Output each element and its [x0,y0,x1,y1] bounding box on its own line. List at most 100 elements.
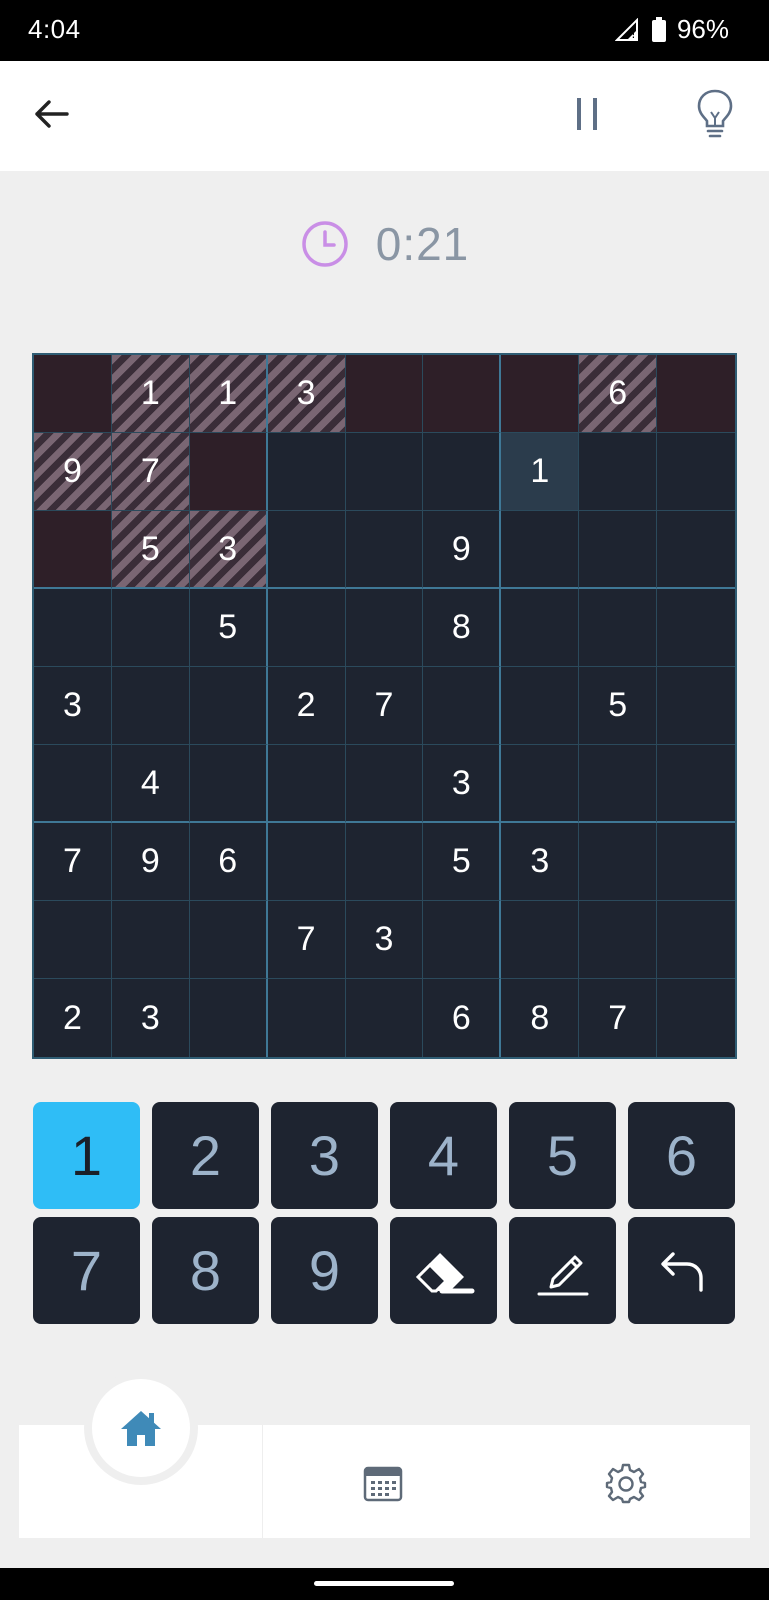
board-cell[interactable] [34,355,112,433]
board-cell[interactable] [657,667,735,745]
nav-home[interactable] [92,1379,190,1477]
board-cell[interactable]: 5 [189,589,268,667]
board-cell[interactable]: 3 [34,667,112,745]
digit-key-1[interactable]: 1 [33,1102,140,1209]
digit-key-5[interactable]: 5 [509,1102,616,1209]
board-cell[interactable]: 9 [111,823,190,901]
board-cell[interactable] [267,589,346,667]
board-cell[interactable] [268,979,346,1057]
hint-button[interactable] [690,87,740,141]
board-cell[interactable]: 5 [111,511,190,589]
board-cell[interactable] [267,745,346,823]
board-cell[interactable] [189,667,268,745]
board-cell[interactable] [501,745,580,823]
eraser-button[interactable] [390,1217,497,1324]
board-cell[interactable] [345,745,424,823]
undo-button[interactable] [628,1217,735,1324]
digit-key-6[interactable]: 6 [628,1102,735,1209]
back-button[interactable] [28,91,74,137]
board-cell[interactable] [657,433,735,511]
board-cell[interactable] [34,745,112,823]
board-cell[interactable] [657,511,735,589]
board-cell[interactable] [423,433,502,511]
board-cell[interactable]: 8 [501,979,580,1057]
board-cell[interactable] [501,511,580,589]
board-cell[interactable] [501,589,580,667]
board-cell[interactable]: 6 [423,979,502,1057]
board-cell[interactable] [111,901,190,979]
pause-button[interactable] [564,91,610,137]
board-cell[interactable] [423,901,502,979]
board-cell[interactable] [267,823,346,901]
board-cell[interactable]: 5 [423,823,502,901]
nav-calendar[interactable] [362,1462,404,1504]
board-cell[interactable] [111,667,190,745]
board-cell[interactable]: 7 [111,433,190,511]
board-cell[interactable] [579,901,658,979]
board-cell[interactable]: 2 [267,667,346,745]
board-cell[interactable]: 3 [267,355,346,433]
board-cell[interactable] [501,667,580,745]
board-cell[interactable]: 5 [579,667,658,745]
board-cell[interactable] [189,901,268,979]
digit-key-8[interactable]: 8 [152,1217,259,1324]
board-cell[interactable]: 7 [579,979,658,1057]
board-cell[interactable]: 4 [111,745,190,823]
board-cell[interactable] [579,511,658,589]
nav-settings[interactable] [605,1462,647,1504]
board-cell[interactable]: 1 [501,433,580,511]
digit-key-4[interactable]: 4 [390,1102,497,1209]
board-cell[interactable] [345,511,424,589]
board-cell[interactable] [657,355,735,433]
board-cell[interactable]: 7 [34,823,112,901]
board-cell[interactable] [579,823,658,901]
board-cell[interactable] [423,355,502,433]
board-cell[interactable] [189,433,268,511]
board-cell[interactable]: 7 [345,667,424,745]
board-cell[interactable] [657,979,735,1057]
board-cell[interactable]: 3 [189,511,268,589]
board-cell[interactable] [267,433,346,511]
board-cell[interactable]: 9 [423,511,502,589]
board-cell[interactable]: 8 [423,589,502,667]
board-cell[interactable] [657,823,735,901]
board-cell[interactable]: 3 [501,823,580,901]
board-cell[interactable] [267,511,346,589]
pencil-button[interactable] [509,1217,616,1324]
board-cell[interactable] [111,589,190,667]
board-cell[interactable] [34,901,112,979]
board-cell[interactable] [657,589,735,667]
board-cell[interactable]: 3 [112,979,190,1057]
board-cell[interactable] [345,589,424,667]
board-cell[interactable] [190,979,268,1057]
digit-key-7[interactable]: 7 [33,1217,140,1324]
board-cell[interactable] [657,745,735,823]
board-cell[interactable] [345,355,424,433]
board-cell[interactable] [34,589,112,667]
digit-key-3[interactable]: 3 [271,1102,378,1209]
board-cell[interactable]: 6 [579,355,658,433]
board-cell[interactable]: 6 [189,823,268,901]
home-gesture-pill[interactable] [314,1581,454,1586]
board-cell[interactable] [579,745,658,823]
digit-key-2[interactable]: 2 [152,1102,259,1209]
board-cell[interactable] [34,511,112,589]
board-cell[interactable] [657,901,735,979]
digit-key-9[interactable]: 9 [271,1217,378,1324]
board-cell[interactable] [579,589,658,667]
board-cell[interactable]: 9 [34,433,112,511]
board-cell[interactable]: 1 [111,355,190,433]
board-cell[interactable] [189,745,268,823]
board-cell[interactable]: 2 [34,979,112,1057]
board-cell[interactable] [346,979,424,1057]
board-cell[interactable] [579,433,658,511]
board-cell[interactable] [501,901,580,979]
board-cell[interactable] [501,355,580,433]
board-cell[interactable] [345,823,424,901]
board-cell[interactable]: 3 [423,745,502,823]
board-cell[interactable] [345,433,424,511]
board-cell[interactable] [423,667,502,745]
board-cell[interactable]: 1 [189,355,268,433]
board-cell[interactable]: 3 [345,901,424,979]
board-cell[interactable]: 7 [267,901,346,979]
